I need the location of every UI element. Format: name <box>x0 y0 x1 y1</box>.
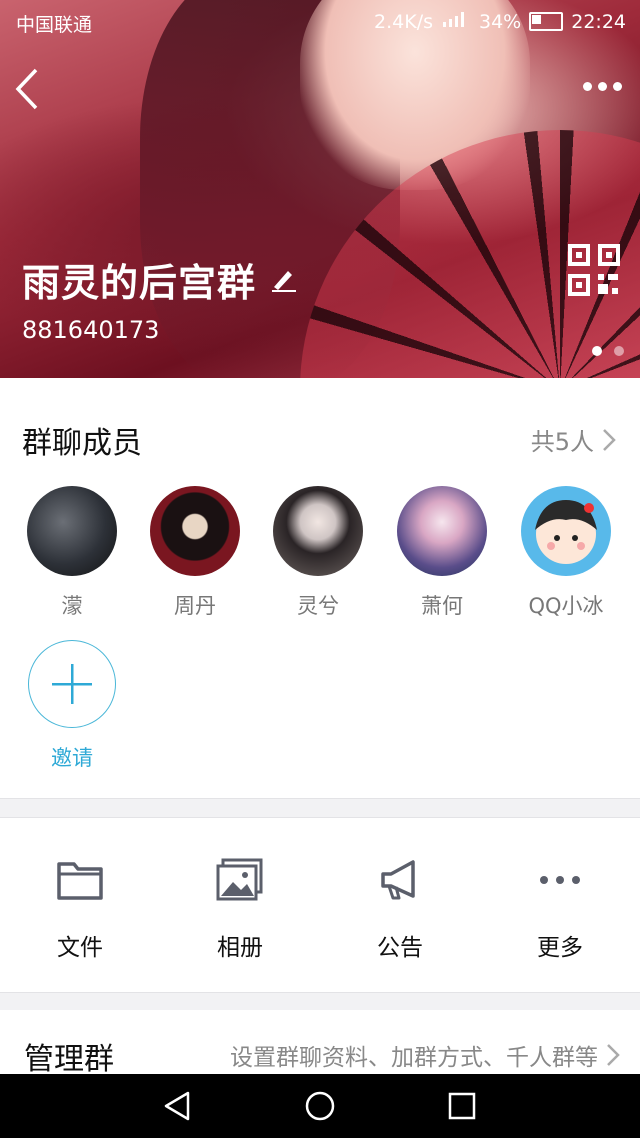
quick-actions: 文件 相册 公告 更多 <box>0 818 640 992</box>
more-options-button[interactable] <box>583 82 622 91</box>
action-label: 更多 <box>537 935 583 961</box>
network-speed: 2.4K/s <box>374 10 433 33</box>
chevron-left-icon <box>15 68 38 110</box>
nav-back-button[interactable] <box>162 1090 194 1122</box>
member-item[interactable]: 萧何 <box>392 486 492 620</box>
clock: 22:24 <box>571 10 626 33</box>
members-section: 群聊成员 共5人 濛 周丹 灵兮 萧何 QQ小冰 邀请 <box>0 378 640 798</box>
avatar <box>27 486 117 576</box>
manage-group-row[interactable]: 管理群 设置群聊资料、加群方式、千人群等 <box>0 1010 640 1074</box>
section-divider <box>0 992 640 1010</box>
battery-percent: 34% <box>479 10 522 33</box>
dot-icon <box>598 82 607 91</box>
page-dot-active <box>592 346 602 356</box>
dot-icon <box>613 82 622 91</box>
member-item[interactable]: 濛 <box>22 486 122 620</box>
page-dot <box>614 346 624 356</box>
member-name: QQ小冰 <box>528 594 604 618</box>
members-count-link[interactable]: 共5人 <box>531 422 616 457</box>
action-files[interactable]: 文件 <box>0 858 160 962</box>
avatar <box>521 486 611 576</box>
group-id: 881640173 <box>22 316 160 344</box>
avatar <box>397 486 487 576</box>
nav-recents-button[interactable] <box>446 1090 478 1122</box>
member-name: 萧何 <box>421 594 463 618</box>
members-count: 共5人 <box>530 428 594 456</box>
nav-home-button[interactable] <box>304 1090 336 1122</box>
album-icon <box>216 858 263 901</box>
folder-icon <box>57 862 103 900</box>
avatar <box>273 486 363 576</box>
qr-code-icon <box>568 244 620 296</box>
group-header-banner: 中国联通 2.4K/s 34% 22:24 雨灵的后宫群 881640173 <box>0 0 640 378</box>
battery-icon <box>529 12 564 31</box>
status-bar: 中国联通 2.4K/s 34% 22:24 <box>0 0 640 44</box>
carrier-label: 中国联通 <box>16 14 93 36</box>
back-button[interactable] <box>14 68 40 114</box>
section-divider <box>0 798 640 818</box>
action-label: 文件 <box>57 935 103 961</box>
invite-circle <box>28 640 116 728</box>
manage-desc-text: 设置群聊资料、加群方式、千人群等 <box>230 1045 598 1071</box>
plus-icon <box>52 664 92 704</box>
action-album[interactable]: 相册 <box>160 858 320 962</box>
action-label: 相册 <box>217 935 263 961</box>
member-name: 濛 <box>61 594 83 618</box>
invite-button[interactable]: 邀请 <box>22 640 122 772</box>
member-item[interactable]: 周丹 <box>145 486 245 620</box>
member-name: 灵兮 <box>297 594 339 618</box>
signal-icon <box>441 10 471 33</box>
status-right: 2.4K/s 34% 22:24 <box>374 10 626 33</box>
qr-code-button[interactable] <box>568 244 620 300</box>
manage-description: 设置群聊资料、加群方式、千人群等 <box>230 1038 620 1072</box>
group-name-row[interactable]: 雨灵的后宫群 <box>22 252 298 307</box>
megaphone-icon <box>381 860 415 900</box>
system-nav-bar <box>0 1074 640 1138</box>
member-name: 周丹 <box>174 594 216 618</box>
members-title: 群聊成员 <box>22 426 142 461</box>
chevron-right-icon <box>607 1044 620 1066</box>
square-recents-icon <box>448 1092 476 1120</box>
dot-icon <box>583 82 592 91</box>
triangle-back-icon <box>164 1091 190 1121</box>
member-item[interactable]: QQ小冰 <box>516 486 616 620</box>
manage-title: 管理群 <box>24 1042 114 1074</box>
action-notice[interactable]: 公告 <box>320 858 480 962</box>
group-name: 雨灵的后宫群 <box>22 261 257 305</box>
invite-label: 邀请 <box>51 746 93 770</box>
action-label: 公告 <box>377 935 423 961</box>
chevron-right-icon <box>603 428 616 451</box>
circle-home-icon <box>305 1091 335 1121</box>
action-more[interactable]: 更多 <box>480 858 640 962</box>
more-icon <box>540 876 580 884</box>
qq-xiaobing-avatar-icon <box>535 500 597 564</box>
member-item[interactable]: 灵兮 <box>268 486 368 620</box>
edit-pencil-icon[interactable] <box>270 258 298 302</box>
banner-page-indicator <box>592 346 624 356</box>
avatar <box>150 486 240 576</box>
